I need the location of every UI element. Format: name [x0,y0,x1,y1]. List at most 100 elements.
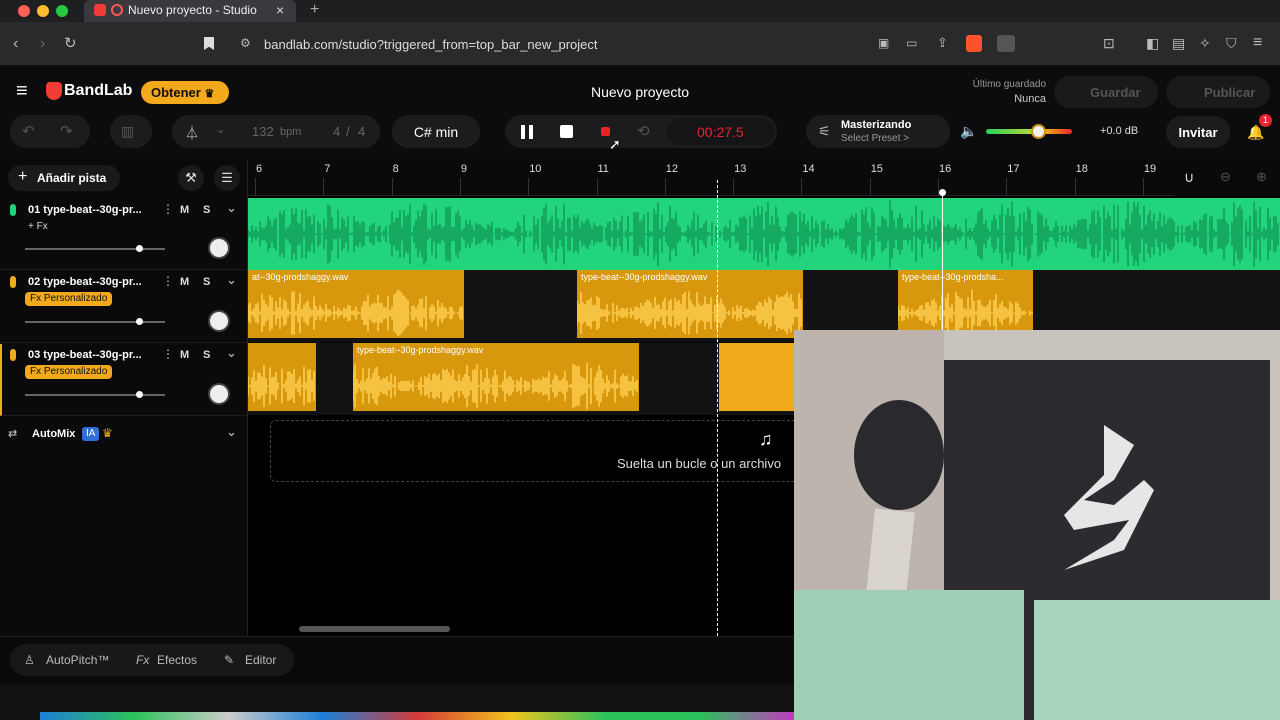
bookmark-icon[interactable] [204,37,214,50]
audio-clip[interactable] [248,343,316,411]
pan-knob[interactable] [208,310,230,332]
metronome-dropdown-icon[interactable]: ⌄ [216,123,225,136]
expand-track-icon[interactable]: ⌄ [226,200,237,216]
loop-icon[interactable]: ⟲ [637,122,650,140]
track-name[interactable]: 01 type-beat--30g-pr... [28,204,142,216]
pause-icon[interactable] [521,125,533,139]
track-header-3[interactable]: 03 type-beat--30g-pr... ⋮ M S ⌄ Fx Perso… [0,344,248,416]
forward-icon[interactable]: › [40,36,45,52]
expand-track-icon[interactable]: ⌄ [226,345,237,361]
tracking-icon[interactable]: ▣ [878,37,889,49]
fx-custom-badge[interactable]: Fx Personalizado [25,292,113,306]
cast-icon[interactable]: ▭ [906,37,917,49]
mute-button[interactable]: M [180,204,189,216]
playhead[interactable] [717,180,718,636]
bell-icon[interactable]: 🔔 [1247,124,1264,141]
leo-ai-icon[interactable]: ✧ [1199,36,1211,50]
brave-shield-icon[interactable] [966,35,982,52]
bpm-value[interactable]: 132 [252,124,274,139]
add-track-button[interactable]: + Añadir pista [8,165,120,191]
hamburger-menu-icon[interactable]: ≡ [16,81,28,101]
editor-button[interactable]: Editor [245,653,276,667]
record-start-handle[interactable] [939,189,946,196]
horizontal-scrollbar[interactable] [299,626,450,632]
audio-clip[interactable]: type-beat--30g-prodshaggy.wav [353,343,639,411]
mixer-icon[interactable]: ☰ [214,165,240,191]
minimize-window-icon[interactable] [37,5,49,17]
speaker-icon[interactable]: 🔈 [960,123,977,140]
mute-button[interactable]: M [180,349,189,361]
audio-clip[interactable]: type-beat--30g-prodshaggy.wav [577,270,803,338]
autopitch-button[interactable]: AutoPitch™ [46,653,109,667]
effects-button[interactable]: Efectos [157,653,197,667]
track-volume-slider[interactable] [25,321,165,323]
browser-tab[interactable]: Nuevo proyecto - Studio × [84,0,296,22]
master-volume-knob[interactable] [1030,124,1046,139]
fx-custom-badge[interactable]: Fx Personalizado [25,365,113,379]
macos-dock[interactable] [40,712,794,720]
expand-automix-icon[interactable]: ⌄ [226,424,237,440]
key-button[interactable]: C# min [392,115,480,148]
snap-magnet-icon[interactable]: ∪ [1184,169,1194,186]
obtener-button[interactable]: Obtener ♛ [141,81,229,104]
track-header-2[interactable]: 02 type-beat--30g-pr... ⋮ M S ⌄ Fx Perso… [0,271,248,343]
brave-rewards-icon[interactable] [997,35,1015,52]
track-volume-handle[interactable] [136,318,143,325]
reload-icon[interactable]: ↻ [64,36,77,51]
time-signature-numerator[interactable]: 4 [333,124,340,139]
record-icon[interactable] [601,127,610,136]
app-logo[interactable]: BandLab [64,82,132,100]
track-volume-slider[interactable] [25,248,165,250]
publish-button[interactable]: Publicar [1166,76,1270,108]
project-title[interactable]: Nuevo proyecto [540,84,740,100]
mastering-button[interactable]: ⚟ Masterizando Select Preset > [806,115,950,148]
timeline-ruler[interactable] [248,160,1280,196]
site-settings-icon[interactable]: ⚙ [240,37,251,49]
track-volume-handle[interactable] [136,391,143,398]
expand-track-icon[interactable]: ⌄ [226,272,237,288]
pan-knob[interactable] [208,237,230,259]
automix-row[interactable]: ⇄ AutoMix IA ♛ ⌄ [0,420,248,448]
zoom-in-icon[interactable]: ⊕ [1256,169,1267,185]
back-icon[interactable]: ‹ [13,36,18,52]
track-lane-1[interactable] [248,198,1280,270]
mute-button[interactable]: M [180,276,189,288]
recording-clip[interactable] [719,343,799,411]
close-tab-icon[interactable]: × [276,2,284,18]
zoom-out-icon[interactable]: ⊖ [1220,169,1231,185]
track-volume-slider[interactable] [25,394,165,396]
audio-clip[interactable]: at--30g-prodshaggy.wav [248,270,464,338]
pan-knob[interactable] [208,383,230,405]
wallet-icon[interactable]: ▤ [1172,36,1185,50]
close-window-icon[interactable] [18,5,30,17]
keyboard-button[interactable]: ▥ [110,115,152,148]
menu-icon[interactable]: ≡ [1253,35,1262,51]
track-name[interactable]: 02 type-beat--30g-pr... [28,276,142,288]
metronome-icon[interactable]: ⏃ [185,123,199,143]
add-fx-button[interactable]: + Fx [28,221,48,232]
more-options-icon[interactable]: ⋮ [162,202,174,216]
vpn-icon[interactable]: ⛉ [1226,36,1237,50]
track-header-1[interactable]: 01 type-beat--30g-pr... ⋮ M S ⌄ + Fx [0,198,248,270]
redo-icon[interactable]: ↷ [60,122,73,140]
track-volume-handle[interactable] [136,245,143,252]
new-tab-button[interactable]: + [310,1,319,19]
more-options-icon[interactable]: ⋮ [162,347,174,361]
sidebar-icon[interactable]: ◧ [1146,36,1159,50]
time-signature-denominator[interactable]: 4 [358,124,365,139]
master-volume-meter[interactable] [986,129,1072,134]
audio-clip[interactable]: type-beat--30g-prodsha... [898,270,1033,338]
more-options-icon[interactable]: ⋮ [162,274,174,288]
track-name[interactable]: 03 type-beat--30g-pr... [28,349,142,361]
invite-button[interactable]: Invitar [1166,116,1230,148]
tuner-icon[interactable]: ⚒ [178,165,204,191]
maximize-window-icon[interactable] [56,5,68,17]
solo-button[interactable]: S [203,204,210,216]
solo-button[interactable]: S [203,349,210,361]
stop-icon[interactable] [560,125,573,138]
drop-zone[interactable]: ♫ Suelta un bucle o un archivo [270,420,810,482]
undo-icon[interactable]: ↶ [22,122,35,140]
screenshot-icon[interactable]: ⊡ [1103,36,1115,50]
solo-button[interactable]: S [203,276,210,288]
save-button[interactable]: Guardar [1054,76,1158,108]
